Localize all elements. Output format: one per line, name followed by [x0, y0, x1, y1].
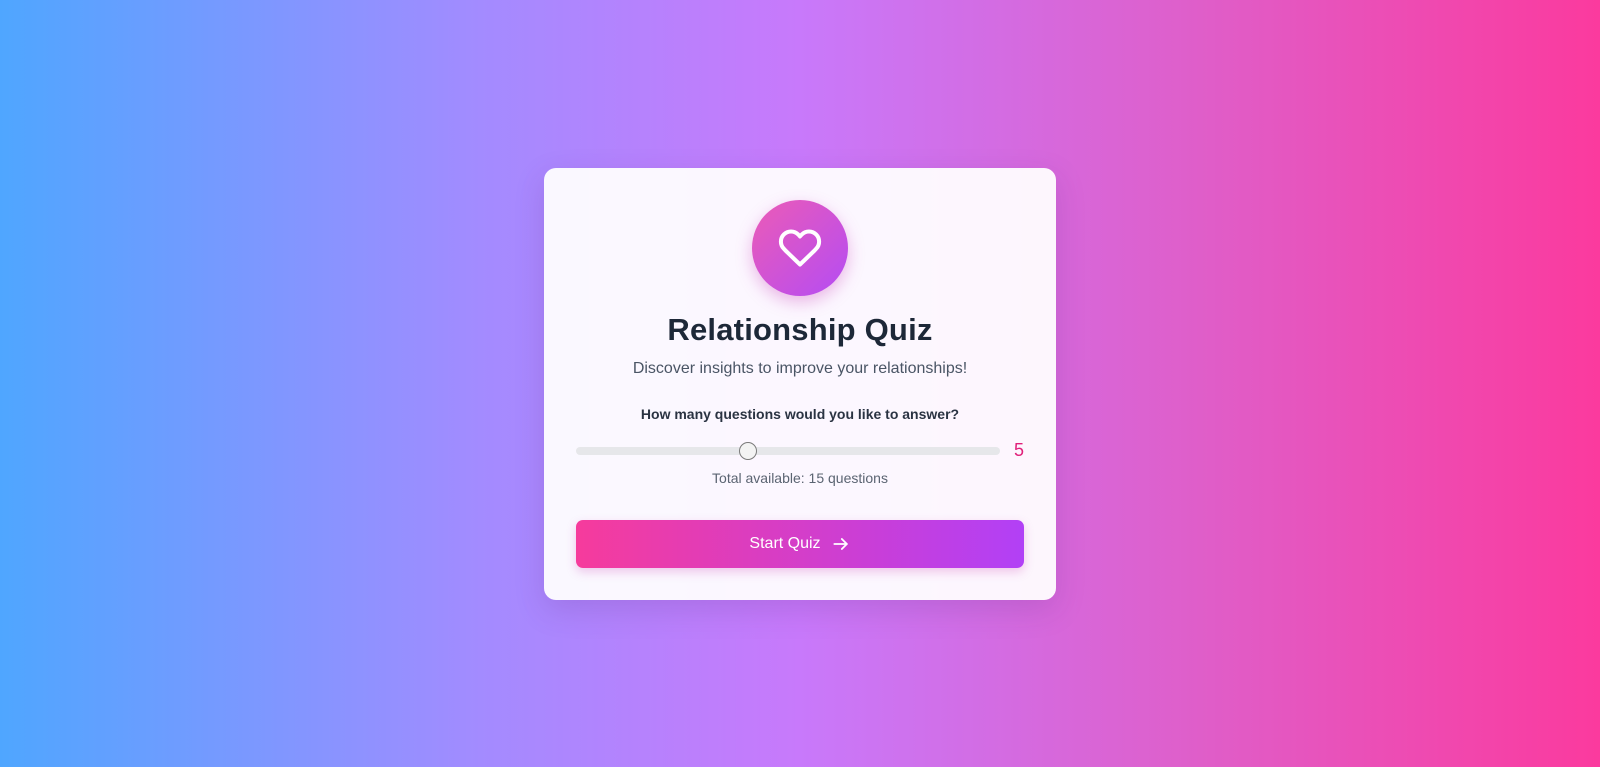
question-count-slider[interactable]: 5 [576, 438, 1024, 464]
slider-track[interactable] [576, 447, 1000, 455]
logo-badge [752, 200, 848, 296]
slider-thumb[interactable] [739, 442, 757, 460]
heart-icon [778, 229, 822, 267]
slider-value: 5 [1013, 440, 1024, 460]
quiz-card: Relationship Quiz Discover insights to i… [544, 168, 1056, 600]
page-subtitle: Discover insights to improve your relati… [632, 360, 968, 377]
start-quiz-label: Start Quiz [749, 535, 821, 552]
start-quiz-button[interactable]: Start Quiz [576, 520, 1024, 568]
page-title: Relationship Quiz [667, 312, 933, 347]
total-available-text: Total available: 15 questions [712, 470, 888, 486]
arrow-right-icon [831, 534, 851, 554]
question-count-label: How many questions would you like to ans… [640, 406, 960, 422]
